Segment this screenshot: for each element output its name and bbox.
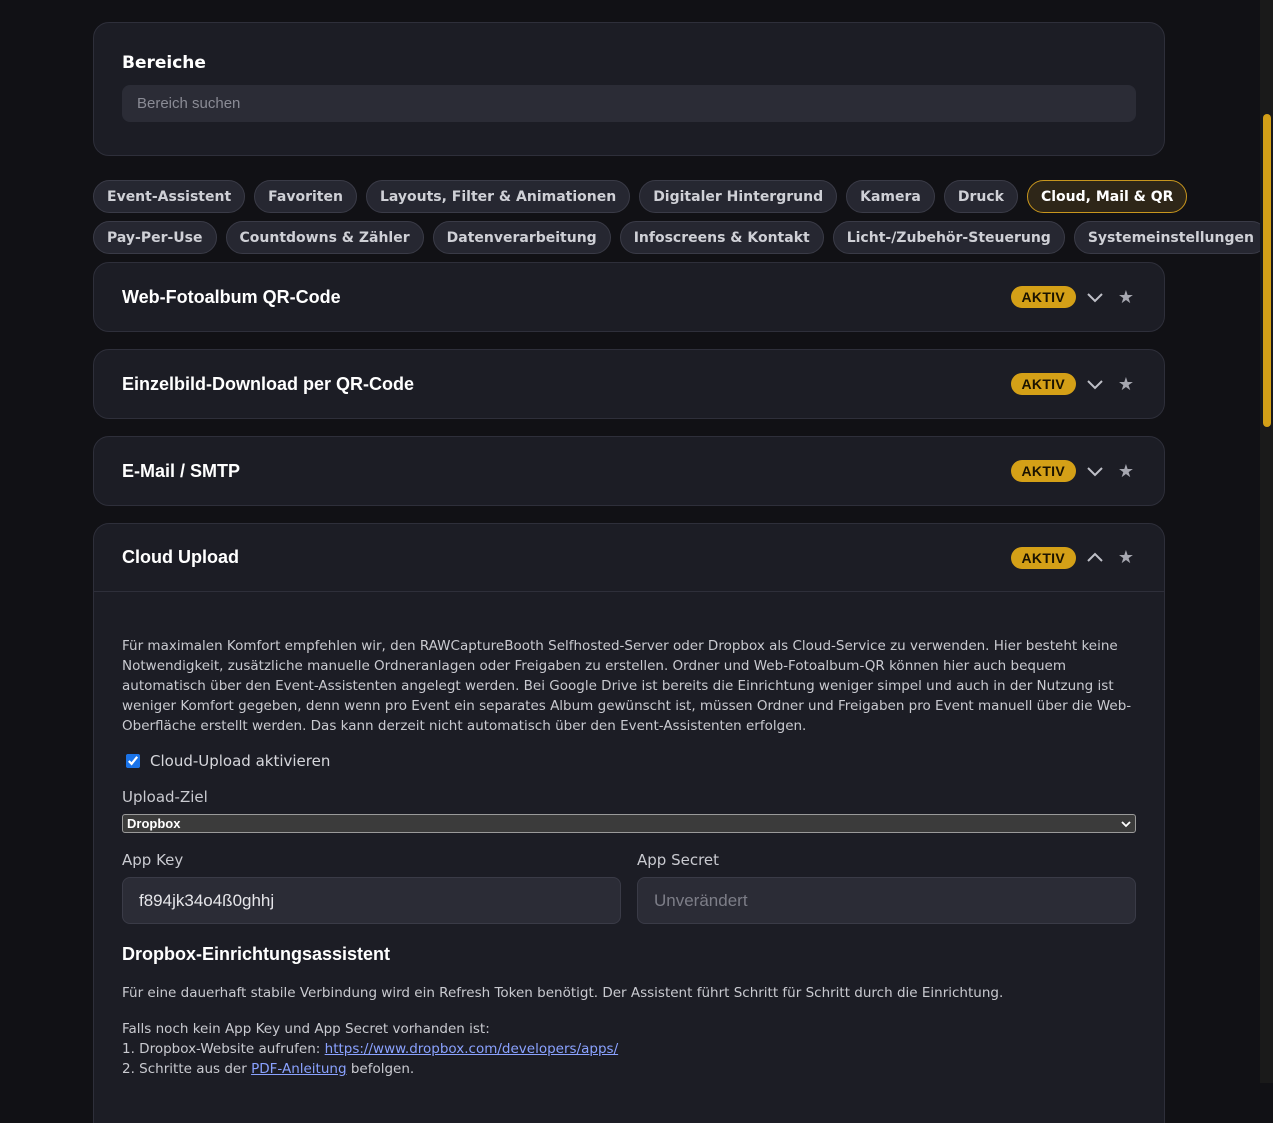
step-2: 2. Schritte aus der PDF-Anleitung befolg… (122, 1059, 1136, 1079)
section-header[interactable]: Einzelbild-Download per QR-Code AKTIV ★ (94, 350, 1164, 418)
chip-digitaler-hintergrund[interactable]: Digitaler Hintergrund (639, 180, 838, 213)
scrollbar-thumb[interactable] (1263, 114, 1271, 427)
steps-intro: Falls noch kein App Key und App Secret v… (122, 1021, 490, 1037)
chip-countdowns[interactable]: Countdowns & Zähler (225, 221, 424, 254)
cloud-upload-toggle[interactable]: Cloud-Upload aktivieren (122, 752, 1136, 770)
section-title: Einzelbild-Download per QR-Code (122, 373, 414, 394)
upload-target-label: Upload-Ziel (122, 788, 208, 806)
dropbox-developers-link[interactable]: https://www.dropbox.com/developers/apps/ (325, 1041, 618, 1057)
status-badge: AKTIV (1010, 286, 1076, 308)
chip-row-1: Event-Assistent Favoriten Layouts, Filte… (93, 180, 1188, 213)
chip-infoscreens[interactable]: Infoscreens & Kontakt (619, 221, 824, 254)
chevron-down-icon[interactable] (1084, 373, 1106, 395)
chip-row-2: Pay-Per-Use Countdowns & Zähler Datenver… (93, 221, 1268, 254)
star-icon[interactable]: ★ (1116, 287, 1136, 308)
chip-datenverarbeitung[interactable]: Datenverarbeitung (432, 221, 611, 254)
section-header[interactable]: Web-Fotoalbum QR-Code AKTIV ★ (94, 263, 1164, 331)
chip-pay-per-use[interactable]: Pay-Per-Use (93, 221, 217, 254)
category-chips: Event-Assistent Favoriten Layouts, Filte… (93, 180, 1268, 254)
app-key-label: App Key (122, 851, 184, 869)
search-input[interactable] (122, 85, 1136, 122)
pdf-guide-link[interactable]: PDF-Anleitung (251, 1061, 346, 1077)
chevron-down-icon[interactable] (1084, 460, 1106, 482)
status-badge: AKTIV (1010, 460, 1076, 482)
wizard-intro: Für eine dauerhaft stabile Verbindung wi… (122, 985, 1004, 1001)
cloud-upload-label: Cloud-Upload aktivieren (150, 752, 331, 770)
chip-kamera[interactable]: Kamera (846, 180, 935, 213)
settings-container: Bereiche Event-Assistent Favoriten Layou… (93, 22, 1268, 1123)
chip-favoriten[interactable]: Favoriten (254, 180, 357, 213)
search-title: Bereiche (122, 53, 206, 73)
cloud-upload-checkbox[interactable] (126, 754, 140, 768)
app-secret-input[interactable] (637, 877, 1136, 924)
section-header[interactable]: E-Mail / SMTP AKTIV ★ (94, 437, 1164, 505)
app-secret-field: App Secret (637, 851, 1136, 924)
wizard-title: Dropbox-Einrichtungsassistent (122, 944, 391, 964)
credentials-row: App Key App Secret (122, 851, 1136, 924)
star-icon[interactable]: ★ (1116, 374, 1136, 395)
section-email-smtp: E-Mail / SMTP AKTIV ★ (93, 436, 1165, 506)
app-secret-label: App Secret (637, 851, 720, 869)
upload-target-select[interactable]: Dropbox (122, 814, 1136, 833)
chevron-down-icon (1121, 816, 1131, 831)
chip-druck[interactable]: Druck (943, 180, 1018, 213)
section-web-fotoalbum: Web-Fotoalbum QR-Code AKTIV ★ (93, 262, 1165, 332)
chip-systemeinstellungen[interactable]: Systemeinstellungen (1073, 221, 1268, 254)
section-einzelbild: Einzelbild-Download per QR-Code AKTIV ★ (93, 349, 1165, 419)
section-body: Für maximalen Komfort empfehlen wir, den… (94, 592, 1164, 1079)
chip-event-assistent[interactable]: Event-Assistent (93, 180, 246, 213)
step-2-text: 2. Schritte aus der (122, 1061, 252, 1077)
app-key-field: App Key (122, 851, 621, 924)
section-header[interactable]: Cloud Upload AKTIV ★ (94, 524, 1164, 592)
step-2-suffix: befolgen. (346, 1061, 415, 1077)
section-title: Web-Fotoalbum QR-Code (122, 286, 341, 307)
app-key-input[interactable] (122, 877, 621, 924)
star-icon[interactable]: ★ (1116, 547, 1136, 568)
chevron-down-icon[interactable] (1084, 286, 1106, 308)
status-badge: AKTIV (1010, 546, 1076, 569)
upload-target-value: Dropbox (127, 816, 181, 831)
chip-licht-zubehoer[interactable]: Licht-/Zubehör-Steuerung (832, 221, 1065, 254)
chip-layouts[interactable]: Layouts, Filter & Animationen (365, 180, 631, 213)
chevron-up-icon[interactable] (1084, 547, 1106, 569)
status-badge: AKTIV (1010, 373, 1076, 395)
scrollbar[interactable] (1260, 0, 1273, 1083)
wizard-steps: Falls noch kein App Key und App Secret v… (122, 1019, 1136, 1079)
search-card: Bereiche (93, 22, 1165, 156)
section-title: E-Mail / SMTP (122, 460, 241, 481)
section-title: Cloud Upload (122, 547, 239, 567)
section-cloud-upload: Cloud Upload AKTIV ★ Für maximalen Komfo… (93, 523, 1165, 1123)
star-icon[interactable]: ★ (1116, 461, 1136, 482)
step-1: 1. Dropbox-Website aufrufen: https://www… (122, 1039, 1136, 1059)
step-1-text: 1. Dropbox-Website aufrufen: (122, 1041, 325, 1057)
chip-cloud-mail-qr[interactable]: Cloud, Mail & QR (1026, 180, 1188, 213)
cloud-description: Für maximalen Komfort empfehlen wir, den… (122, 638, 1132, 734)
